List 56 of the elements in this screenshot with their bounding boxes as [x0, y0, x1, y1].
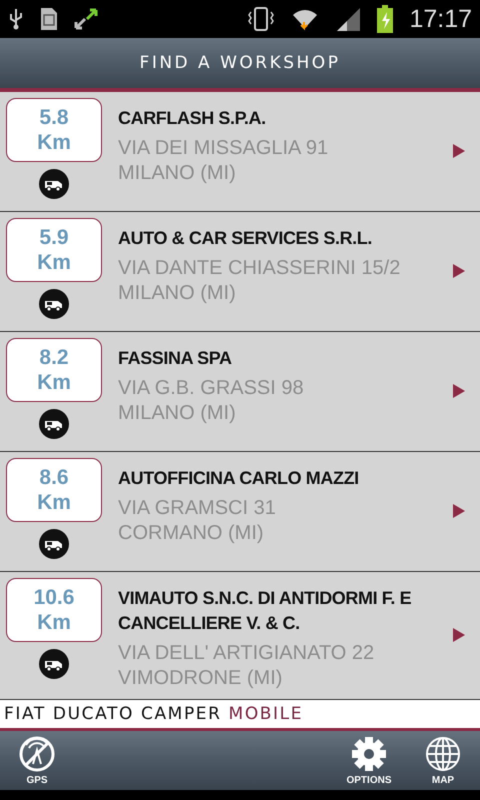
distance-value: 5.9 [39, 225, 69, 250]
camper-icon [39, 169, 69, 199]
workshop-street: VIA GRAMSCI 31 [118, 496, 277, 521]
camper-icon [39, 289, 69, 319]
workshop-name: AUTOFFICINA CARLO MAZZI [118, 467, 360, 490]
brand-suffix: MOBILE [228, 704, 304, 724]
workshop-street: VIA DANTE CHIASSERINI 15/2 [118, 256, 402, 281]
camper-icon [39, 529, 69, 559]
camper-icon [39, 649, 69, 679]
clock: 17:17 [409, 4, 472, 34]
distance-unit: Km [37, 130, 71, 155]
workshop-row[interactable]: 5.9 Km AUTO & CAR SERVICES S.R.L. VIA DANTE CHIASSERINI 15/2 MILANO (MI) [0, 212, 480, 332]
globe-icon [425, 736, 461, 772]
workshop-city: VIMODRONE (MI) [118, 666, 284, 691]
distance-unit: Km [37, 610, 71, 635]
workshop-city: MILANO (MI) [118, 281, 237, 306]
workshop-street: VIA DELL' ARTIGIANATO 22 [118, 641, 376, 666]
workshop-city: MILANO (MI) [118, 161, 237, 186]
workshop-row[interactable]: 5.8 Km CARFLASH S.P.A. VIA DEI MISSAGLIA 91 MILANO (MI) [0, 92, 480, 212]
map-button[interactable]: MAP [406, 731, 480, 790]
chevron-right-icon [452, 384, 466, 398]
workshop-row[interactable]: 10.6 Km VIMAUTO S.N.C. DI ANTIDORMI F. E CANCELLIERE V. & C. VIA DELL' ARTIGIANATO 22 VIMODRONE (MI) [0, 572, 480, 700]
workshop-city: CORMANO (MI) [118, 521, 265, 546]
workshop-name: CARFLASH S.P.A. [118, 107, 267, 130]
camper-icon [39, 409, 69, 439]
sync-arrows-icon [74, 8, 98, 30]
workshop-row[interactable]: 8.2 Km FASSINA SPA VIA G.B. GRASSI 98 MILANO (MI) [0, 332, 480, 452]
distance-unit: Km [37, 250, 71, 275]
workshop-street: VIA G.B. GRASSI 98 [118, 376, 305, 401]
workshop-name: VIMAUTO S.N.C. DI ANTIDORMI F. E CANCELLIERE V. & C. [118, 587, 412, 635]
vibrate-icon [247, 6, 276, 32]
distance-unit: Km [37, 490, 71, 515]
distance-value: 5.8 [39, 105, 69, 130]
screen-title: FIND A WORKSHOP [140, 53, 340, 73]
workshop-street: VIA DEI MISSAGLIA 91 [118, 136, 330, 161]
workshop-name: FASSINA SPA [118, 347, 233, 370]
distance-value: 10.6 [34, 585, 74, 610]
no-signal-icon [19, 736, 55, 772]
brand-name: FIAT DUCATO CAMPER [4, 704, 222, 724]
battery-icon [377, 5, 394, 33]
signal-icon [335, 6, 362, 32]
gps-button[interactable]: GPS [0, 731, 74, 790]
chevron-right-icon [452, 144, 466, 158]
distance-value: 8.6 [39, 465, 69, 490]
workshop-row[interactable]: 8.6 Km AUTOFFICINA CARLO MAZZI VIA GRAMSCI 31 CORMANO (MI) [0, 452, 480, 572]
chevron-right-icon [452, 264, 466, 278]
options-button[interactable]: OPTIONS [332, 731, 406, 790]
chevron-right-icon [452, 628, 466, 642]
sd-card-icon [40, 7, 58, 31]
distance-unit: Km [37, 370, 71, 395]
workshop-city: MILANO (MI) [118, 401, 237, 426]
chevron-right-icon [452, 504, 466, 518]
distance-value: 8.2 [39, 345, 69, 370]
usb-icon [8, 8, 24, 30]
workshop-name: AUTO & CAR SERVICES S.R.L. [118, 227, 373, 250]
settings-icon [351, 736, 387, 772]
